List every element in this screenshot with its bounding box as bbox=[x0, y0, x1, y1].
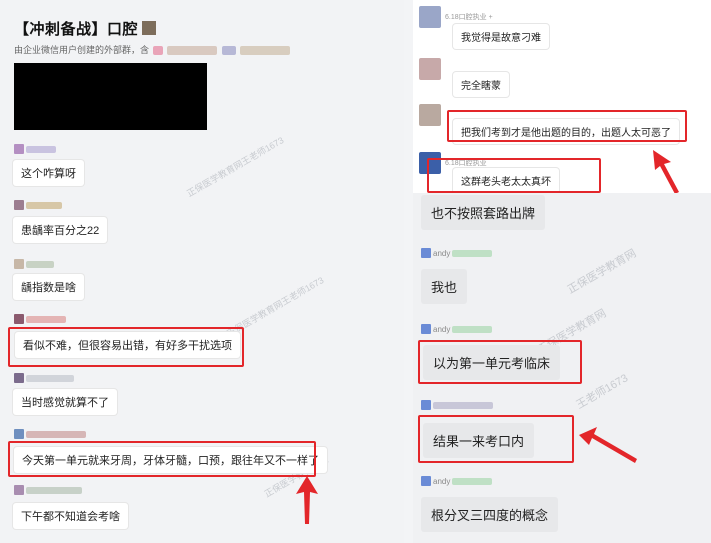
blurred-name bbox=[433, 401, 493, 409]
sender-name bbox=[14, 258, 54, 270]
message-bubble[interactable]: 这个咋算呀 bbox=[13, 160, 84, 186]
message-bubble[interactable]: 龋指数是啥 bbox=[13, 274, 84, 300]
sender-name-text: andy bbox=[433, 476, 451, 486]
message-bubble[interactable]: 当时感觉就算不了 bbox=[13, 389, 117, 415]
blurred-name bbox=[26, 201, 62, 209]
red-arrow-icon bbox=[579, 427, 637, 463]
avatar bbox=[421, 324, 431, 334]
avatar bbox=[419, 104, 441, 126]
avatar bbox=[14, 144, 24, 154]
red-arrow-icon bbox=[296, 476, 318, 524]
blurred-name bbox=[26, 374, 74, 382]
left-chat-panel: 【冲刺备战】口腔 由企业微信用户创建的外部群，含 正保医学教育网王老师1673 … bbox=[0, 0, 404, 543]
group-subtitle: 由企业微信用户创建的外部群，含 bbox=[14, 43, 291, 56]
group-title-text: 【冲刺备战】口腔 bbox=[14, 21, 139, 38]
blurred-name bbox=[26, 260, 54, 268]
blurred-name bbox=[240, 46, 291, 56]
message-bubble[interactable]: 我也 bbox=[421, 269, 468, 304]
sender-name-text: andy bbox=[433, 248, 451, 258]
highlight-box bbox=[8, 327, 244, 367]
sender-name bbox=[14, 313, 66, 325]
message-bubble[interactable]: 我觉得是故意刁难 bbox=[453, 24, 549, 49]
blurred-name bbox=[152, 46, 163, 56]
right-bottom-chat-panel: 正保医学教育网 正保医学教育网 王老师1673 也不按照套路出牌 andy 我也… bbox=[413, 193, 711, 543]
highlight-box bbox=[427, 158, 601, 193]
sender-name: 6.18口腔执业 + bbox=[445, 14, 493, 21]
avatar bbox=[419, 58, 441, 80]
highlight-box bbox=[418, 415, 574, 463]
sender-name bbox=[421, 399, 493, 411]
sender-name bbox=[14, 372, 74, 384]
message-bubble[interactable]: 完全瞎蒙 bbox=[453, 72, 509, 97]
sender-name-text: andy bbox=[433, 324, 451, 334]
avatar bbox=[14, 259, 24, 269]
blurred-name bbox=[452, 325, 493, 333]
sender-name bbox=[14, 484, 82, 496]
blurred-name bbox=[452, 249, 493, 257]
blurred-name bbox=[26, 315, 66, 323]
avatar bbox=[14, 314, 24, 324]
avatar bbox=[421, 248, 431, 258]
group-subtitle-text: 由企业微信用户创建的外部群，含 bbox=[14, 45, 150, 55]
right-top-chat-panel: 6.18口腔执业 + 我觉得是故意刁难 完全瞎蒙 把我们考到才是他出题的目的，出… bbox=[413, 0, 711, 193]
sender-name: andy bbox=[421, 475, 493, 487]
highlight-box bbox=[418, 340, 582, 384]
highlight-box bbox=[447, 110, 687, 142]
avatar bbox=[14, 373, 24, 383]
avatar bbox=[14, 429, 24, 439]
blurred-name bbox=[221, 46, 236, 56]
group-title: 【冲刺备战】口腔 bbox=[14, 18, 157, 39]
chat-header: 【冲刺备战】口腔 由企业微信用户创建的外部群，含 bbox=[0, 0, 404, 60]
blurred-name bbox=[452, 477, 493, 485]
avatar bbox=[421, 400, 431, 410]
sender-name: andy bbox=[421, 247, 493, 259]
sender-name bbox=[14, 428, 86, 440]
message-bubble[interactable]: 下午都不知道会考啥 bbox=[13, 503, 128, 529]
avatar bbox=[421, 476, 431, 486]
avatar bbox=[14, 200, 24, 210]
message-bubble[interactable]: 患龋率百分之22 bbox=[13, 217, 108, 243]
sender-row bbox=[419, 58, 441, 80]
sender-name bbox=[14, 143, 56, 155]
group-avatar bbox=[142, 21, 157, 35]
watermark: 正保医学教育网 bbox=[565, 247, 639, 297]
blurred-name bbox=[26, 145, 56, 153]
avatar bbox=[14, 485, 24, 495]
blurred-name bbox=[167, 46, 218, 56]
sender-row bbox=[419, 104, 441, 126]
message-bubble[interactable]: 也不按照套路出牌 bbox=[421, 195, 546, 230]
avatar bbox=[419, 6, 441, 28]
red-arrow-icon bbox=[653, 150, 679, 193]
sender-name: andy bbox=[421, 323, 493, 335]
blurred-name bbox=[26, 430, 86, 438]
watermark: 正保医学教育网王老师1673 bbox=[185, 135, 286, 199]
highlight-box bbox=[8, 441, 316, 477]
shared-image[interactable] bbox=[14, 63, 207, 130]
sender-name bbox=[14, 199, 62, 211]
blurred-name bbox=[26, 486, 82, 494]
message-bubble[interactable]: 根分叉三四度的概念 bbox=[421, 497, 559, 532]
